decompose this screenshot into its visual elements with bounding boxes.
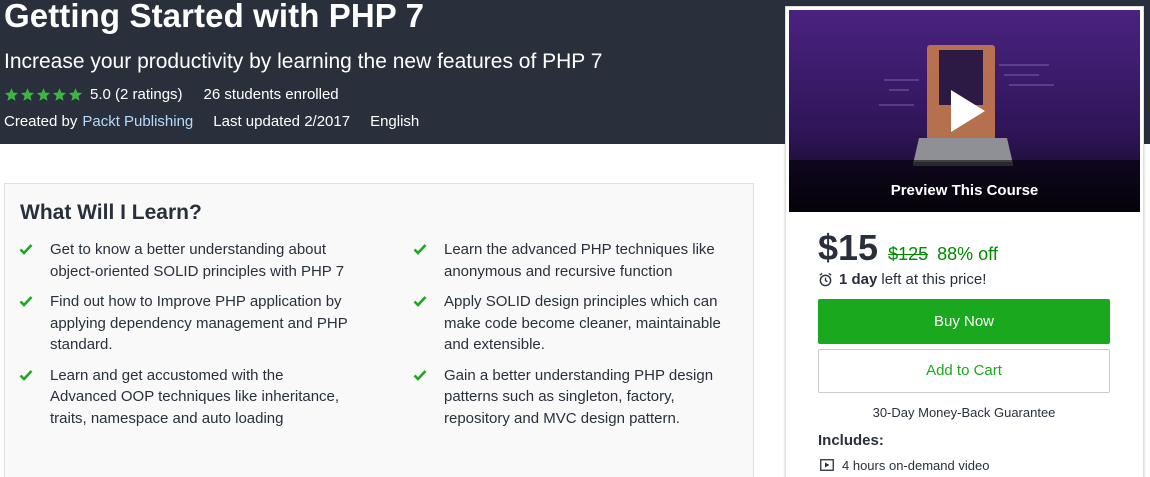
learn-heading: What Will I Learn? (20, 201, 202, 224)
star-icon (4, 87, 19, 101)
learn-item-text: Gain a better understanding PHP design p… (444, 366, 714, 427)
money-back-guarantee: 30-Day Money-Back Guarantee (872, 405, 1056, 420)
list-item: Learn and get accustomed with the Advanc… (19, 365, 413, 430)
star-icon (52, 87, 67, 101)
learn-item-text: Learn the advanced PHP techniques like a… (444, 241, 715, 280)
course-subtitle: Increase your productivity by learning t… (4, 50, 603, 73)
created-by-label: Created by (4, 112, 78, 130)
check-icon (413, 369, 427, 381)
course-language: English (370, 112, 420, 130)
alarm-clock-icon (819, 272, 832, 286)
price-row: $15 $125 88% off (818, 227, 998, 273)
timer-text: left at this price! (881, 270, 987, 288)
star-icon (68, 87, 83, 101)
course-preview[interactable]: Preview This Course (789, 10, 1140, 212)
learn-list: Get to know a better understanding about… (19, 239, 739, 438)
list-item: Find out how to Improve PHP application … (19, 291, 413, 356)
rating-row: 5.0 (2 ratings) 26 students enrolled (4, 84, 339, 104)
add-to-cart-button[interactable]: Add to Cart (818, 349, 1110, 393)
discount-percent: 88% off (937, 244, 998, 264)
check-icon (19, 244, 33, 255)
purchase-card: Preview This Course $15 $125 88% off 1 d… (785, 6, 1144, 477)
original-price: $125 (888, 244, 929, 264)
buy-now-button[interactable]: Buy Now (818, 299, 1110, 344)
timer-days: 1 day (839, 270, 878, 288)
list-item: Apply SOLID design principles which can … (413, 291, 733, 356)
star-icon (20, 87, 35, 101)
check-icon (413, 244, 427, 255)
learn-item-text: Get to know a better understanding about… (50, 241, 345, 280)
rating-stars (4, 87, 83, 102)
includes-heading: Includes: (818, 432, 884, 449)
check-icon (19, 296, 33, 307)
list-fade-overlay (5, 452, 753, 477)
video-icon (820, 459, 834, 471)
course-meta: Created by Packt Publishing Last updated… (4, 111, 419, 131)
include-item: 4 hours on-demand video (820, 456, 989, 474)
learn-item-text: Find out how to Improve PHP application … (50, 293, 348, 353)
enrolled-count: 26 students enrolled (203, 85, 339, 103)
learn-item-text: Apply SOLID design principles which can … (444, 293, 721, 353)
current-price: $15 (818, 227, 879, 268)
author-link[interactable]: Packt Publishing (82, 113, 193, 130)
play-icon[interactable] (937, 84, 991, 138)
rating-text[interactable]: 5.0 (2 ratings) (90, 86, 183, 103)
preview-course-label[interactable]: Preview This Course (789, 182, 1140, 199)
list-item: Gain a better understanding PHP design p… (413, 365, 733, 430)
check-icon (413, 296, 427, 307)
what-will-i-learn: What Will I Learn? Get to know a better … (4, 183, 754, 477)
star-icon (36, 87, 51, 101)
check-icon (19, 369, 33, 381)
course-title: Getting Started with PHP 7 (4, 0, 425, 34)
learn-item-text: Learn and get accustomed with the Advanc… (50, 366, 340, 427)
list-item: Learn the advanced PHP techniques like a… (413, 239, 733, 282)
price-timer: 1 day left at this price! (818, 269, 986, 289)
last-updated: Last updated 2/2017 (213, 112, 351, 130)
list-item: Get to know a better understanding about… (19, 239, 413, 282)
include-item-text: 4 hours on-demand video (842, 457, 990, 473)
